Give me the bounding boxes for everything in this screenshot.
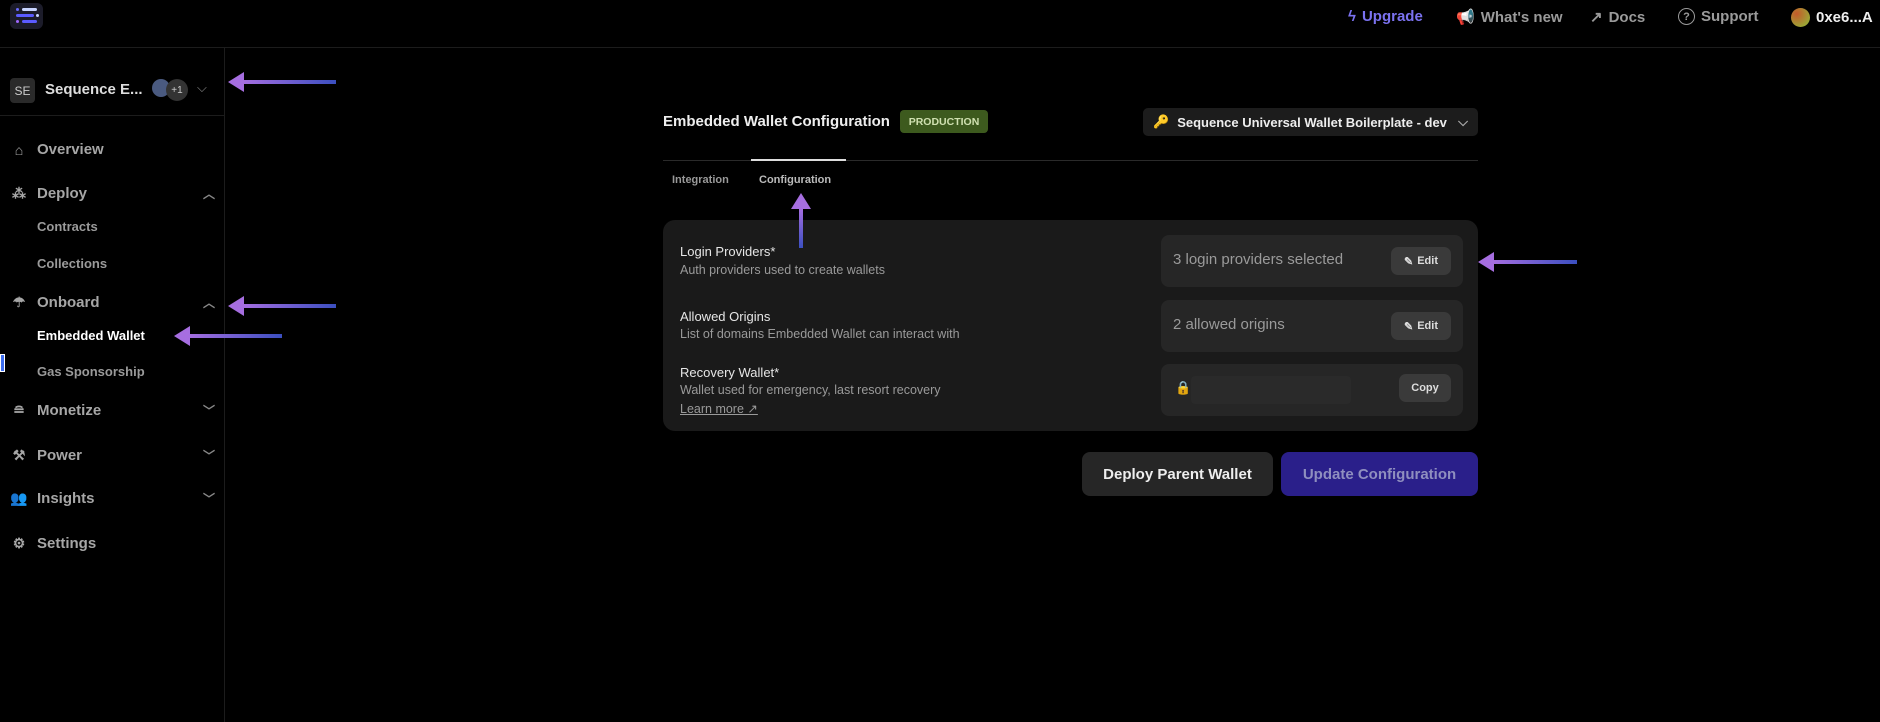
megaphone-icon: 📢	[1456, 9, 1475, 26]
nav-label: Settings	[37, 535, 97, 552]
help-icon: ?	[1678, 8, 1695, 25]
edit-login-providers-button[interactable]: ✎ Edit	[1391, 247, 1451, 275]
login-providers-value: 3 login providers selected	[1173, 251, 1344, 268]
login-providers-description: Auth providers used to create wallets	[680, 263, 885, 277]
lock-icon: 🔒	[1175, 380, 1192, 395]
allowed-origins-title: Allowed Origins	[680, 309, 771, 324]
workspace-avatar: SE	[10, 78, 35, 103]
coins-icon: ≘	[13, 402, 25, 418]
active-tab-indicator	[751, 159, 846, 161]
workspace-name: Sequence E...	[45, 81, 143, 98]
sidebar-item-monetize[interactable]: ≘ Monetize ﹀	[10, 402, 215, 419]
upgrade-link[interactable]: ϟ Upgrade	[1348, 8, 1423, 25]
sidebar-item-gas-sponsorship[interactable]: Gas Sponsorship	[37, 364, 145, 379]
annotation-arrow-left	[228, 296, 336, 316]
external-arrow-icon: ↗	[1590, 9, 1603, 26]
nav-label: Power	[37, 447, 83, 464]
recovery-wallet-description: Wallet used for emergency, last resort r…	[680, 383, 941, 397]
sidebar-item-collections[interactable]: Collections	[37, 256, 107, 271]
recovery-wallet-address-masked	[1191, 376, 1351, 404]
nav-label: Deploy	[37, 185, 88, 202]
key-icon: 🔑	[1153, 114, 1170, 129]
annotation-arrow-up	[799, 208, 803, 248]
chevron-down-icon: ﹀	[202, 404, 215, 418]
button-label: Edit	[1417, 320, 1438, 332]
allowed-origins-value: 2 allowed origins	[1173, 316, 1285, 333]
annotation-arrow-left	[228, 72, 336, 92]
page-title: Embedded Wallet Configuration	[663, 113, 890, 130]
chevron-down-icon: ⌵	[197, 80, 207, 95]
gear-icon: ⚙	[12, 535, 26, 551]
allowed-origins-description: List of domains Embedded Wallet can inte…	[680, 327, 960, 341]
update-configuration-button[interactable]: Update Configuration	[1281, 452, 1478, 496]
extra-count-badge: +1	[166, 79, 188, 101]
sidebar-item-embedded-wallet[interactable]: Embedded Wallet	[37, 328, 145, 343]
chevron-up-icon: ︿	[202, 187, 215, 201]
tab-configuration[interactable]: Configuration	[759, 174, 831, 186]
nav-label: Overview	[37, 141, 104, 158]
sidebar-item-insights[interactable]: 👥 Insights ﹀	[10, 490, 215, 507]
chevron-down-icon: ⌵	[1458, 114, 1468, 129]
users-icon: 👥	[10, 490, 28, 506]
sidebar-item-overview[interactable]: ⌂ Overview	[10, 141, 215, 158]
home-icon: ⌂	[14, 141, 24, 158]
pencil-icon: ✎	[1404, 255, 1414, 268]
support-link[interactable]: ? Support	[1678, 8, 1759, 25]
login-providers-field: 3 login providers selected ✎ Edit	[1161, 235, 1463, 287]
docs-link[interactable]: ↗ Docs	[1590, 8, 1646, 27]
sidebar-item-settings[interactable]: ⚙ Settings	[10, 535, 215, 552]
lightning-icon: ϟ	[1348, 8, 1356, 25]
button-label: Edit	[1417, 255, 1438, 267]
workspace-switcher[interactable]: SE Sequence E... +1 ⌵	[0, 64, 225, 116]
focus-indicator	[0, 354, 5, 372]
chevron-down-icon: ﹀	[202, 492, 215, 506]
chevron-down-icon: ﹀	[202, 449, 215, 463]
login-providers-title: Login Providers*	[680, 244, 776, 259]
project-name: Sequence Universal Wallet Boilerplate - …	[1177, 114, 1447, 130]
upgrade-label: Upgrade	[1361, 8, 1423, 25]
allowed-origins-field: 2 allowed origins ✎ Edit	[1161, 300, 1463, 352]
nav-label: Monetize	[37, 402, 102, 419]
deploy-icon: ⁂	[12, 185, 26, 201]
docs-label: Docs	[1608, 8, 1646, 26]
environment-badge: PRODUCTION	[900, 110, 988, 133]
annotation-arrow-up-head	[791, 193, 811, 209]
sidebar-item-onboard[interactable]: ☂ Onboard ︿	[10, 294, 215, 311]
support-label: Support	[1701, 8, 1759, 25]
nav-label: Insights	[37, 490, 95, 507]
annotation-arrow-left	[174, 326, 282, 346]
chevron-up-icon: ︿	[202, 296, 215, 310]
edit-allowed-origins-button[interactable]: ✎ Edit	[1391, 312, 1451, 340]
avatar	[1791, 8, 1810, 27]
sidebar-item-deploy[interactable]: ⁂ Deploy ︿	[10, 185, 215, 202]
copy-recovery-wallet-button[interactable]: Copy	[1399, 374, 1451, 402]
project-selector[interactable]: 🔑 Sequence Universal Wallet Boilerplate -…	[1143, 108, 1478, 136]
learn-more-link[interactable]: Learn more ↗	[680, 401, 758, 416]
parachute-icon: ☂	[12, 294, 26, 310]
anvil-icon: ⚒	[12, 447, 26, 463]
whats-new-label: What's new	[1480, 8, 1563, 26]
nav-label: Onboard	[37, 294, 100, 311]
recovery-wallet-title: Recovery Wallet*	[680, 365, 780, 380]
account-address: 0xe6...A	[1816, 9, 1873, 26]
tab-integration[interactable]: Integration	[672, 174, 729, 186]
account-menu[interactable]: 0xe6...A	[1791, 8, 1873, 27]
sidebar-item-contracts[interactable]: Contracts	[37, 219, 98, 234]
deploy-parent-wallet-button[interactable]: Deploy Parent Wallet	[1082, 452, 1273, 496]
whats-new-link[interactable]: 📢 What's new	[1456, 8, 1563, 27]
pencil-icon: ✎	[1404, 320, 1414, 333]
sidebar-item-power[interactable]: ⚒ Power ﹀	[10, 447, 215, 464]
recovery-wallet-field: 🔒 Copy	[1161, 364, 1463, 416]
annotation-arrow-left	[1478, 252, 1577, 272]
app-logo[interactable]	[10, 3, 43, 29]
